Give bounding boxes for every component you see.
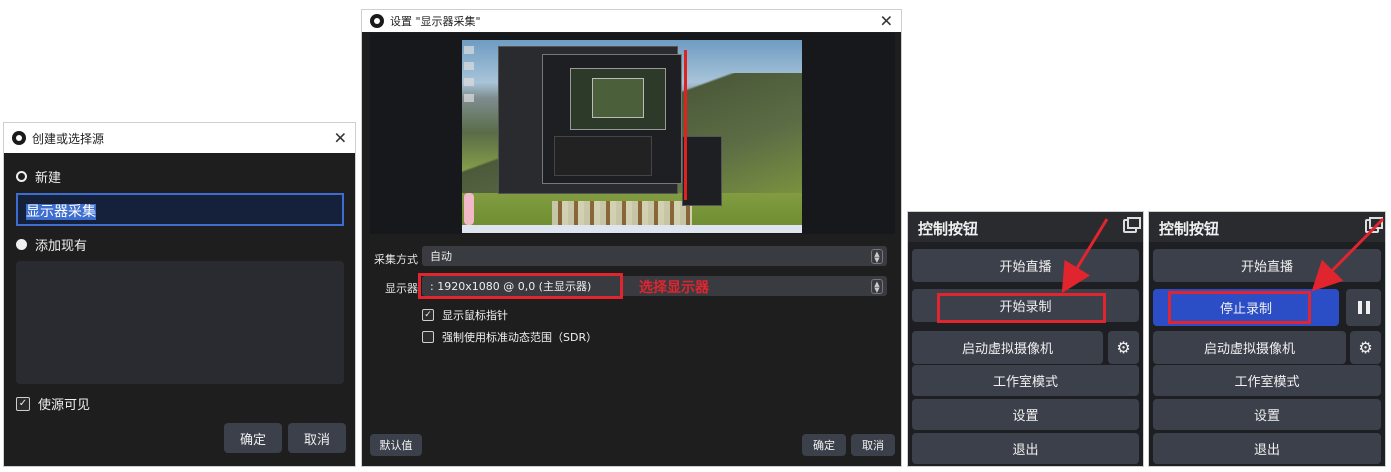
defaults-button[interactable]: 默认值	[370, 434, 422, 456]
source-name-value: 显示器采集	[26, 204, 96, 220]
obs-logo-icon	[370, 14, 384, 28]
visible-label: 使源可见	[38, 398, 91, 413]
dialog-title: 创建或选择源	[32, 131, 105, 146]
settings-button[interactable]: 设置	[1153, 399, 1381, 430]
cancel-button[interactable]: 取消	[851, 434, 895, 456]
start-recording-highlight	[937, 293, 1106, 323]
studio-mode-button[interactable]: 工作室模式	[912, 365, 1139, 396]
capture-method-select[interactable]: 自动 ▲ ▼	[422, 246, 887, 266]
obs-logo-icon	[12, 131, 26, 145]
desktop-preview-image	[462, 40, 802, 233]
chevron-updown-icon[interactable]: ▲ ▼	[871, 249, 883, 264]
start-virtual-camera-button[interactable]: 启动虚拟摄像机	[912, 331, 1103, 364]
close-icon[interactable]: ✕	[334, 129, 347, 148]
existing-sources-list[interactable]	[16, 261, 344, 384]
show-cursor-row[interactable]: ✓ 显示鼠标指针	[422, 307, 508, 323]
dialog-titlebar: 设置 "显示器采集" ✕	[362, 10, 901, 32]
new-label: 新建	[35, 171, 62, 186]
preview-area	[370, 33, 895, 234]
new-radio-row[interactable]: 新建	[16, 167, 61, 186]
close-icon[interactable]: ✕	[880, 12, 893, 31]
pause-icon[interactable]	[1346, 289, 1381, 326]
panel-title: 控制按钮	[1149, 212, 1385, 242]
studio-mode-button[interactable]: 工作室模式	[1153, 365, 1381, 396]
controls-panel-after: 控制按钮 开始直播 停止录制 启动虚拟摄像机 ⚙ 工作室模式 设置 退出	[1148, 211, 1386, 467]
panel-title: 控制按钮	[908, 212, 1143, 242]
annotation-select-display: 选择显示器	[639, 280, 709, 296]
stop-recording-highlight	[1168, 291, 1311, 324]
capture-method-value: 自动	[430, 250, 452, 263]
dialog-body: 新建 显示器采集 添加现有 ✓ 使源可见 确定 取消	[4, 153, 355, 466]
cancel-button[interactable]: 取消	[288, 423, 346, 453]
capture-method-label: 采集方式	[374, 253, 418, 266]
show-cursor-label: 显示鼠标指针	[442, 309, 508, 322]
exit-button[interactable]: 退出	[912, 433, 1139, 464]
visible-checkbox-row[interactable]: ✓ 使源可见	[16, 394, 90, 413]
start-streaming-button[interactable]: 开始直播	[1153, 249, 1381, 282]
gear-icon[interactable]: ⚙	[1108, 331, 1139, 364]
exit-button[interactable]: 退出	[1153, 433, 1381, 464]
display-capture-settings-dialog: 设置 "显示器采集" ✕ 采集方式 自动 ▲ ▼ 显示器 : 1920x1080 …	[361, 9, 902, 467]
checkbox-checked-icon[interactable]: ✓	[422, 309, 434, 321]
add-existing-label: 添加现有	[35, 239, 88, 254]
chevron-updown-icon[interactable]: ▲ ▼	[871, 279, 883, 294]
display-label: 显示器	[385, 282, 418, 295]
ok-button[interactable]: 确定	[224, 423, 282, 453]
dialog-titlebar: 创建或选择源 ✕	[4, 123, 355, 153]
display-highlight-box	[418, 273, 623, 299]
start-streaming-button[interactable]: 开始直播	[912, 249, 1139, 282]
force-sdr-label: 强制使用标准动态范围（SDR）	[442, 331, 598, 344]
create-source-dialog: 创建或选择源 ✕ 新建 显示器采集 添加现有 ✓ 使源可见 确定 取消	[3, 122, 356, 467]
source-name-input[interactable]: 显示器采集	[16, 193, 344, 226]
ok-button[interactable]: 确定	[802, 434, 846, 456]
gear-icon[interactable]: ⚙	[1350, 331, 1381, 364]
dialog-title: 设置 "显示器采集"	[390, 15, 481, 28]
undock-icon[interactable]	[1365, 217, 1383, 233]
controls-panel-before: 控制按钮 开始直播 开始录制 启动虚拟摄像机 ⚙ 工作室模式 设置 退出	[907, 211, 1144, 467]
force-sdr-row[interactable]: 强制使用标准动态范围（SDR）	[422, 329, 597, 345]
undock-icon[interactable]	[1123, 217, 1141, 233]
radio-new-icon[interactable]	[16, 171, 27, 182]
checkbox-checked-icon[interactable]: ✓	[16, 396, 30, 411]
radio-existing-icon[interactable]	[16, 239, 27, 250]
settings-button[interactable]: 设置	[912, 399, 1139, 430]
checkbox-unchecked-icon[interactable]	[422, 331, 434, 343]
start-virtual-camera-button[interactable]: 启动虚拟摄像机	[1153, 331, 1346, 364]
add-existing-radio-row[interactable]: 添加现有	[16, 235, 87, 254]
